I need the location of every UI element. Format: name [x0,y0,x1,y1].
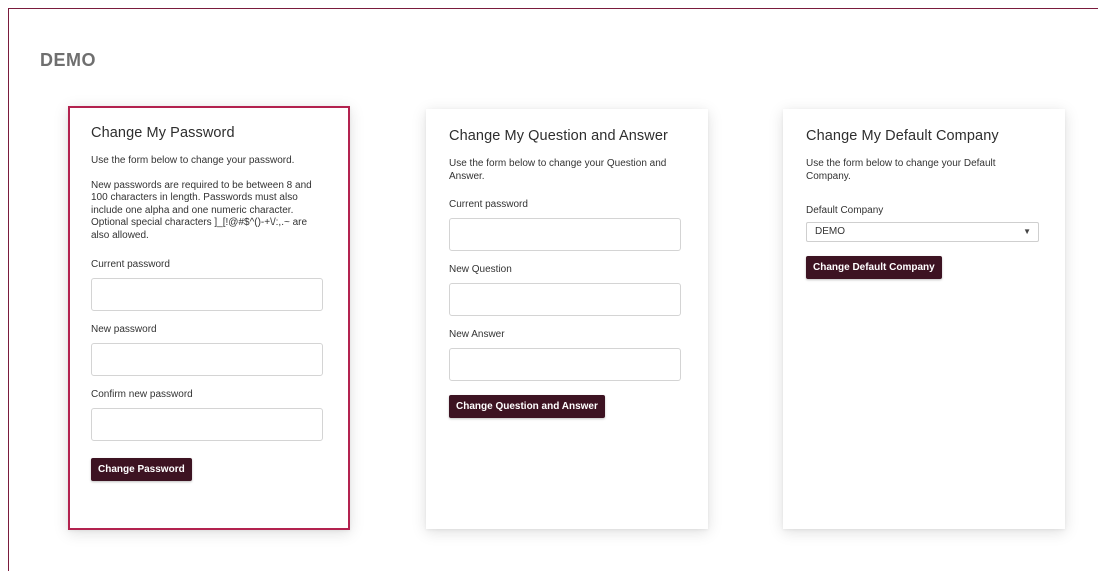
current-password-input[interactable] [91,278,323,311]
card-intro: Use the form below to change your Defaul… [806,158,996,182]
confirm-password-label: Confirm new password [91,389,193,400]
change-default-company-button[interactable]: Change Default Company [806,256,942,279]
change-question-card: Change My Question and Answer Use the fo… [426,109,708,529]
current-password-input[interactable] [449,218,681,251]
change-password-button[interactable]: Change Password [91,458,192,481]
card-intro: Use the form below to change your passwo… [91,155,295,166]
change-password-card: Change My Password Use the form below to… [68,106,350,530]
new-question-label: New Question [449,264,512,275]
new-password-input[interactable] [91,343,323,376]
confirm-password-input[interactable] [91,408,323,441]
default-company-label: Default Company [806,205,884,216]
app-frame: DEMO Change My Password Use the form bel… [8,8,1098,571]
new-answer-label: New Answer [449,329,505,340]
card-title: Change My Password [91,125,235,141]
card-intro: Use the form below to change your Questi… [449,158,667,182]
chevron-down-icon: ▼ [1023,227,1031,236]
page-title: DEMO [40,50,96,70]
new-question-input[interactable] [449,283,681,316]
default-company-select[interactable]: DEMO ▼ [806,222,1039,242]
current-password-label: Current password [91,259,170,270]
change-question-answer-button[interactable]: Change Question and Answer [449,395,605,418]
new-password-label: New password [91,324,157,335]
card-title: Change My Default Company [806,128,999,144]
change-company-card: Change My Default Company Use the form b… [783,109,1065,529]
current-password-label: Current password [449,199,528,210]
password-rules: New passwords are required to be between… [91,179,312,241]
new-answer-input[interactable] [449,348,681,381]
select-value: DEMO [815,226,845,237]
card-title: Change My Question and Answer [449,128,668,144]
